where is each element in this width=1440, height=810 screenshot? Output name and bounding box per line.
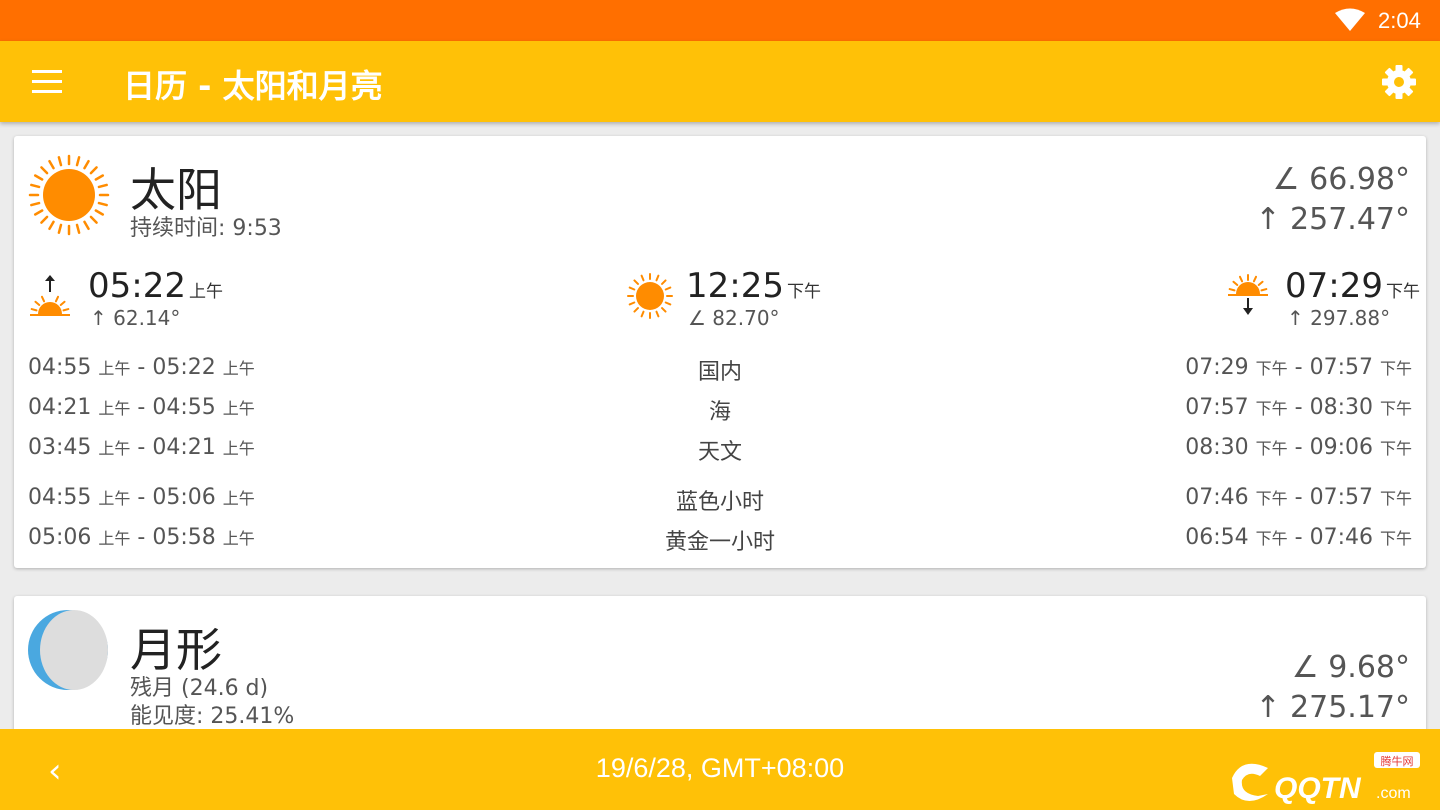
morning-range: 04:21 上午 - 04:55 上午 xyxy=(28,395,255,420)
evening-range: 06:54 下午 - 07:46 下午 xyxy=(1185,525,1412,550)
sun-elevation: ∠ 66.98° xyxy=(1272,162,1410,197)
evening-range: 08:30 下午 - 09:06 下午 xyxy=(1185,435,1412,460)
morning-range: 05:06 上午 - 05:58 上午 xyxy=(28,525,255,550)
gear-icon[interactable] xyxy=(1380,63,1418,101)
sunset-ampm: 下午 xyxy=(1385,282,1420,302)
sunrise-icon xyxy=(30,275,70,316)
sunset-azimuth: ↑ 297.88° xyxy=(1287,306,1391,330)
sun-icon xyxy=(28,154,110,236)
sunrise-time: 05:22 xyxy=(88,266,186,306)
svg-text:.com: .com xyxy=(1376,785,1411,802)
noon-ampm: 下午 xyxy=(786,282,821,302)
sunrise-azimuth: ↑ 62.14° xyxy=(90,306,181,330)
noon-elevation: ∠ 82.70° xyxy=(688,306,780,330)
morning-range: 04:55 上午 - 05:22 上午 xyxy=(28,355,255,380)
svg-text:腾牛网: 腾牛网 xyxy=(1381,754,1414,768)
moon-phase-icon xyxy=(28,610,108,690)
sun-azimuth: ↑ 257.47° xyxy=(1255,202,1410,237)
svg-text:QQTN: QQTN xyxy=(1274,772,1362,805)
moon-visibility: 能见度: 25.41% xyxy=(130,704,295,729)
evening-range: 07:57 下午 - 08:30 下午 xyxy=(1185,395,1412,420)
current-date[interactable]: 19/6/28, GMT+08:00 xyxy=(0,753,1440,784)
morning-range: 04:55 上午 - 05:06 上午 xyxy=(28,485,255,510)
sun-duration: 持续时间: 9:53 xyxy=(130,216,282,241)
app-bar: 日历 - 太阳和月亮 xyxy=(0,41,1440,122)
noon-sun-icon xyxy=(627,273,673,319)
page-title: 日历 - 太阳和月亮 xyxy=(123,67,383,105)
status-time: 2:04 xyxy=(1378,8,1421,33)
twilight-label: 天文 xyxy=(697,440,742,465)
watermark-logo: 腾牛网 QQTN .com xyxy=(1232,752,1420,805)
twilight-label: 黄金一小时 xyxy=(664,530,775,555)
menu-icon[interactable] xyxy=(28,63,68,99)
noon-time: 12:25 xyxy=(686,266,784,306)
sunset-time: 07:29 xyxy=(1285,266,1383,306)
morning-range: 03:45 上午 - 04:21 上午 xyxy=(28,435,255,460)
status-bar: 2:04 xyxy=(0,0,1440,41)
twilight-label: 海 xyxy=(708,400,731,425)
moon-elevation: ∠ 9.68° xyxy=(1291,650,1410,685)
sunrise-ampm: 上午 xyxy=(188,282,223,302)
evening-range: 07:46 下午 - 07:57 下午 xyxy=(1185,485,1412,510)
twilight-label: 国内 xyxy=(697,360,742,385)
evening-range: 07:29 下午 - 07:57 下午 xyxy=(1185,355,1412,380)
moon-azimuth: ↑ 275.17° xyxy=(1255,690,1410,725)
bottom-bar: ‹ 19/6/28, GMT+08:00 xyxy=(0,729,1440,810)
sunset-icon xyxy=(1228,274,1268,315)
twilight-label: 蓝色小时 xyxy=(675,490,764,515)
sun-card[interactable]: 太阳 持续时间: 9:53 ∠ 66.98° ↑ 257.47° 05:22 上午… xyxy=(14,136,1426,568)
wifi-icon xyxy=(1335,8,1365,31)
